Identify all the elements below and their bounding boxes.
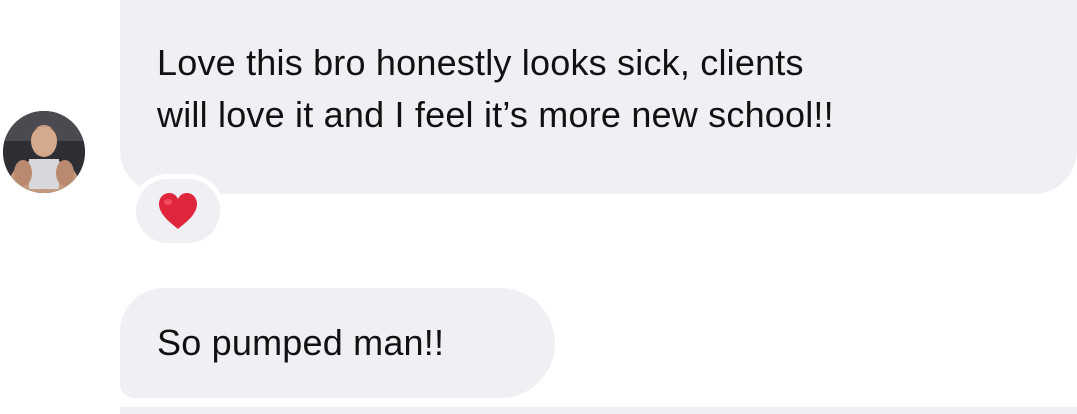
- message-bubble[interactable]: Love this bro honestly looks sick, clien…: [120, 0, 1077, 194]
- next-message-bubble-edge: [120, 407, 1077, 414]
- message-text: Love this bro honestly looks sick, clien…: [157, 42, 834, 135]
- message-reaction[interactable]: [131, 174, 225, 248]
- sender-avatar[interactable]: [3, 111, 85, 193]
- heart-icon: [159, 193, 197, 229]
- message-text: So pumped man!!: [157, 322, 445, 363]
- message-bubble[interactable]: So pumped man!!: [120, 288, 555, 398]
- avatar-photo-icon: [3, 111, 85, 193]
